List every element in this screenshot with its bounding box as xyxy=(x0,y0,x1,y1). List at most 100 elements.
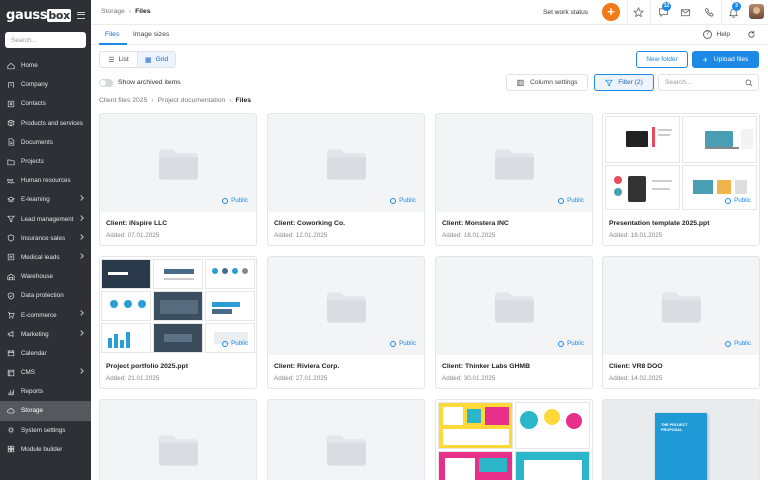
visibility-label: Public xyxy=(734,197,751,204)
proposal-cover-title: THE PROJECT PROPOSAL xyxy=(661,423,688,432)
sidebar-item-lead-management[interactable]: Lead management xyxy=(0,210,91,229)
contacts-icon xyxy=(6,100,16,108)
visibility-badge: Public xyxy=(558,340,584,347)
slide-preview xyxy=(515,451,590,480)
avatar[interactable] xyxy=(749,4,764,19)
search-input[interactable]: Search... xyxy=(658,74,759,91)
tab-files[interactable]: Files xyxy=(105,31,119,38)
file-name: Client: iNspire LLC xyxy=(106,220,168,227)
sidebar-item-products-and-services[interactable]: Products and services xyxy=(0,114,91,133)
breadcrumb-level1[interactable]: Client files 2025 xyxy=(99,97,147,104)
file-card[interactable] xyxy=(435,399,593,480)
folder-card[interactable] xyxy=(267,399,425,480)
globe-icon xyxy=(558,340,565,347)
chevron-right-icon[interactable] xyxy=(78,214,84,221)
slide-preview xyxy=(605,165,680,210)
sidebar-item-reports[interactable]: Reports xyxy=(0,382,91,401)
folder-card[interactable]: Public Client: Thinker Labs GHMB Added: 30… xyxy=(435,256,593,389)
archived-toggle[interactable] xyxy=(99,79,113,87)
phone-icon[interactable] xyxy=(704,7,715,18)
help-icon[interactable]: ? xyxy=(703,30,712,39)
sidebar-nav: Home Company Contacts Products and services… xyxy=(0,56,91,459)
sidebar-item-e-commerce[interactable]: E-commerce xyxy=(0,305,91,324)
breadcrumb-level2[interactable]: Project documentation xyxy=(158,97,226,104)
tab-image-sizes[interactable]: Image sizes xyxy=(133,31,169,38)
visibility-label: Public xyxy=(734,340,751,347)
visibility-badge: Public xyxy=(390,340,416,347)
new-folder-button[interactable]: New folder xyxy=(636,51,688,68)
sidebar: gaussbox Search... Home Company Contacts Pr… xyxy=(0,0,91,480)
folder-card[interactable]: Public Client: Riviera Corp. Added: 27.01.… xyxy=(267,256,425,389)
folder-icon xyxy=(494,290,535,324)
upload-files-button[interactable]: + Upload files xyxy=(692,51,759,68)
sidebar-item-calendar[interactable]: Calendar xyxy=(0,344,91,363)
refresh-icon[interactable] xyxy=(747,30,756,39)
logo[interactable]: gaussbox xyxy=(6,8,71,23)
sidebar-item-e-learning[interactable]: E-learning xyxy=(0,190,91,209)
folder-card[interactable]: Public Client: Monstera INC Added: 18.01.2… xyxy=(435,113,593,246)
sidebar-item-label: Lead management xyxy=(21,215,74,223)
sidebar-item-company[interactable]: Company xyxy=(0,75,91,94)
sidebar-item-label: E-commerce xyxy=(21,311,57,319)
sidebar-item-documents[interactable]: Documents xyxy=(0,133,91,152)
megaphone-icon xyxy=(6,330,16,338)
slide-preview xyxy=(153,291,203,321)
sidebar-item-home[interactable]: Home xyxy=(0,56,91,75)
visibility-label: Public xyxy=(567,197,584,204)
filter-label: Filter (2) xyxy=(618,79,643,86)
work-status-button[interactable]: Set work status xyxy=(543,9,588,16)
sidebar-item-system-settings[interactable]: System settings xyxy=(0,421,91,440)
grid-view-button[interactable]: ▦ Grid xyxy=(137,52,175,67)
chevron-right-icon[interactable] xyxy=(78,329,84,336)
folder-card[interactable] xyxy=(99,399,257,480)
sidebar-item-medical-leads[interactable]: Medical leads xyxy=(0,248,91,267)
chevron-right-icon[interactable] xyxy=(78,195,84,202)
chevron-right-icon[interactable] xyxy=(78,233,84,240)
chevron-right-icon[interactable] xyxy=(78,253,84,259)
slide-preview xyxy=(515,402,590,449)
visibility-badge: Public xyxy=(725,197,751,204)
file-date: Added: 07.01.2025 xyxy=(106,232,160,239)
sidebar-item-warehouse[interactable]: Warehouse xyxy=(0,267,91,286)
folder-card[interactable]: Public Client: iNspire LLC Added: 07.01.20… xyxy=(99,113,257,246)
slide-preview xyxy=(438,402,513,449)
globe-icon xyxy=(222,340,229,347)
mail-icon[interactable] xyxy=(680,7,691,18)
sidebar-search-input[interactable]: Search... xyxy=(5,32,86,48)
chevron-right-icon[interactable] xyxy=(78,368,84,374)
top-breadcrumb: Storage › Files xyxy=(101,8,151,15)
module-icon xyxy=(6,445,16,453)
filter-button[interactable]: Filter (2) xyxy=(594,74,654,91)
search-icon[interactable] xyxy=(745,79,753,87)
sidebar-item-human-resources[interactable]: Human resources xyxy=(0,171,91,190)
breadcrumb: Client files 2025 › Project documentation ›… xyxy=(99,97,251,104)
slide-preview xyxy=(682,116,757,163)
star-icon[interactable] xyxy=(633,7,644,18)
file-card[interactable]: THE PROJECT PROPOSAL xyxy=(602,399,760,480)
sidebar-item-data-protection[interactable]: Data protection xyxy=(0,286,91,305)
top-breadcrumb-parent[interactable]: Storage xyxy=(101,8,125,15)
columns-icon: ▥ xyxy=(516,78,525,87)
chevron-right-icon[interactable] xyxy=(78,310,84,317)
learning-icon xyxy=(6,196,16,204)
menu-toggle-icon[interactable] xyxy=(77,11,85,19)
file-card[interactable]: Public Project portfolio 2025.ppt Added: 2… xyxy=(99,256,257,389)
sidebar-item-insurance-sales[interactable]: Insurance sales xyxy=(0,229,91,248)
sidebar-item-label: Human resources xyxy=(21,177,71,185)
sidebar-item-projects[interactable]: Projects xyxy=(0,152,91,171)
list-view-button[interactable]: ☰ List xyxy=(100,52,137,67)
sidebar-item-contacts[interactable]: Contacts xyxy=(0,94,91,113)
file-card[interactable]: Public Presentation template 2025.ppt Adde… xyxy=(602,113,760,246)
folder-card[interactable]: Public Client: VR8 DOO Added: 14.02.2025 xyxy=(602,256,760,389)
sidebar-item-cms[interactable]: CMS xyxy=(0,363,91,382)
sidebar-item-module-builder[interactable]: Module builder xyxy=(0,440,91,459)
column-settings-button[interactable]: ▥ Column settings xyxy=(506,74,588,91)
help-link[interactable]: Help xyxy=(716,31,730,38)
sidebar-item-marketing[interactable]: Marketing xyxy=(0,325,91,344)
calendar-icon xyxy=(6,349,16,357)
quick-add-button[interactable]: + xyxy=(602,3,620,21)
sidebar-item-storage[interactable]: Storage xyxy=(0,401,91,421)
folder-card[interactable]: Public Client: Coworking Co. Added: 12.01.… xyxy=(267,113,425,246)
visibility-label: Public xyxy=(567,340,584,347)
folder-icon xyxy=(326,147,367,181)
